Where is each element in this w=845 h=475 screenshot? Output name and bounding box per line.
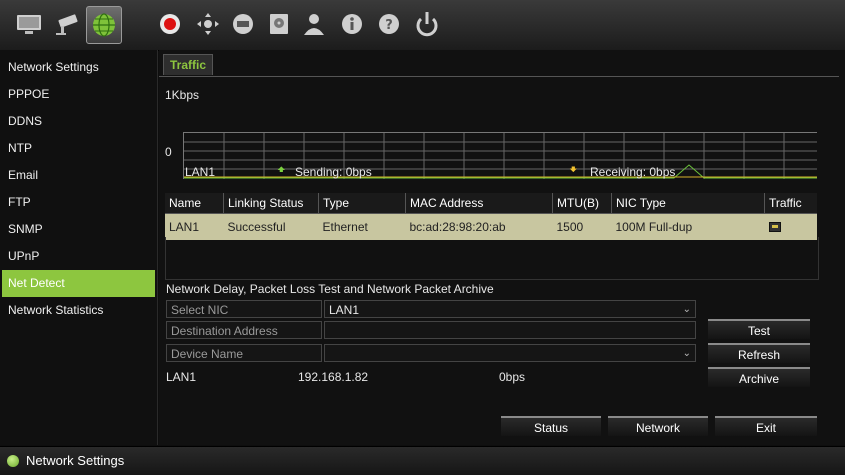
column-header-type: Type	[318, 193, 406, 214]
sidebar-item-upnp[interactable]: UPnP	[0, 243, 157, 270]
select-nic-dropdown[interactable]: LAN1 ⌄	[324, 300, 696, 318]
destination-address-label: Destination Address	[166, 321, 322, 339]
info-rate: 0bps	[499, 370, 526, 384]
select-nic-label: Select NIC	[166, 300, 322, 318]
status-indicator-icon	[7, 455, 19, 467]
info-ip-address: 192.168.1.82	[298, 370, 369, 384]
send-arrow-icon: 🠹	[277, 161, 286, 177]
network-button[interactable]: Network	[608, 416, 708, 436]
sidebar-item-email[interactable]: Email	[0, 162, 157, 189]
sidebar-item-ftp[interactable]: FTP	[0, 189, 157, 216]
graph-zero-label: 0	[165, 145, 172, 159]
status-button[interactable]: Status	[501, 416, 601, 436]
table-header-row: Name Linking Status Type MAC Address MTU…	[165, 193, 817, 214]
destination-address-input[interactable]	[324, 321, 696, 339]
destination-row: Destination Address	[166, 321, 696, 341]
select-nic-row: Select NIC LAN1 ⌄	[166, 300, 696, 320]
traffic-chart-icon[interactable]	[768, 222, 781, 232]
sidebar-item-ddns[interactable]: DDNS	[0, 108, 157, 135]
receiving-rate: Receiving: 0bps	[590, 165, 676, 179]
record-icon[interactable]	[153, 6, 187, 42]
graph-scale-label: 1Kbps	[165, 88, 200, 102]
status-bar: Network Settings	[0, 446, 845, 475]
refresh-button[interactable]: Refresh	[708, 343, 810, 363]
chevron-down-icon: ⌄	[682, 304, 691, 315]
camera-icon[interactable]	[50, 6, 84, 42]
sidebar: Network Settings PPPOE DDNS NTP Email FT…	[0, 50, 158, 445]
device-name-row: Device Name ⌄	[166, 344, 696, 364]
sidebar-item-snmp[interactable]: SNMP	[0, 216, 157, 243]
archive-button[interactable]: Archive	[708, 367, 810, 387]
svg-text:?: ?	[385, 18, 393, 33]
chevron-down-icon: ⌄	[682, 348, 691, 359]
tab-bar: Traffic	[159, 52, 839, 77]
main-panel: Traffic 1Kbps 0 LAN1 🠹 Sending: 0bps 🠻 R…	[159, 50, 845, 445]
column-header-mac-address: MAC Address	[405, 193, 553, 214]
user-icon[interactable]	[297, 6, 331, 42]
device-name-label: Device Name	[166, 344, 322, 362]
sidebar-item-network-statistics[interactable]: Network Statistics	[0, 297, 157, 324]
column-header-nic-type: NIC Type	[611, 193, 765, 214]
sending-rate: Sending: 0bps	[295, 165, 372, 179]
power-icon[interactable]	[410, 6, 444, 42]
help-icon[interactable]: ?	[372, 6, 406, 42]
archive-disk-icon[interactable]	[262, 6, 296, 42]
nic-table: Name Linking Status Type MAC Address MTU…	[165, 193, 817, 240]
test-button[interactable]: Test	[708, 319, 810, 339]
select-nic-value: LAN1	[329, 303, 360, 317]
network-icon[interactable]	[86, 6, 122, 44]
column-header-linking-status: Linking Status	[223, 193, 319, 214]
column-header-traffic: Traffic	[764, 193, 817, 214]
top-toolbar: ?	[0, 0, 845, 51]
status-text: Network Settings	[26, 453, 125, 468]
receive-arrow-icon: 🠻	[569, 161, 578, 177]
column-header-mtu: MTU(B)	[552, 193, 612, 214]
section-title: Network Delay, Packet Loss Test and Netw…	[166, 282, 494, 296]
exit-button[interactable]: Exit	[715, 416, 817, 436]
hdd-icon[interactable]	[226, 6, 260, 42]
device-name-dropdown[interactable]: ⌄	[324, 344, 696, 362]
sidebar-item-net-detect[interactable]: Net Detect	[2, 270, 155, 297]
sidebar-item-network-settings[interactable]: Network Settings	[0, 54, 157, 81]
table-empty-area	[165, 237, 819, 280]
column-header-name: Name	[165, 193, 224, 214]
monitor-icon[interactable]	[12, 6, 46, 42]
tab-traffic[interactable]: Traffic	[163, 54, 214, 75]
sidebar-item-pppoe[interactable]: PPPOE	[0, 81, 157, 108]
ptz-icon[interactable]	[191, 6, 225, 42]
info-icon[interactable]	[335, 6, 369, 42]
sidebar-item-ntp[interactable]: NTP	[0, 135, 157, 162]
graph-nic-label: LAN1	[185, 165, 216, 179]
info-nic: LAN1	[166, 370, 197, 384]
